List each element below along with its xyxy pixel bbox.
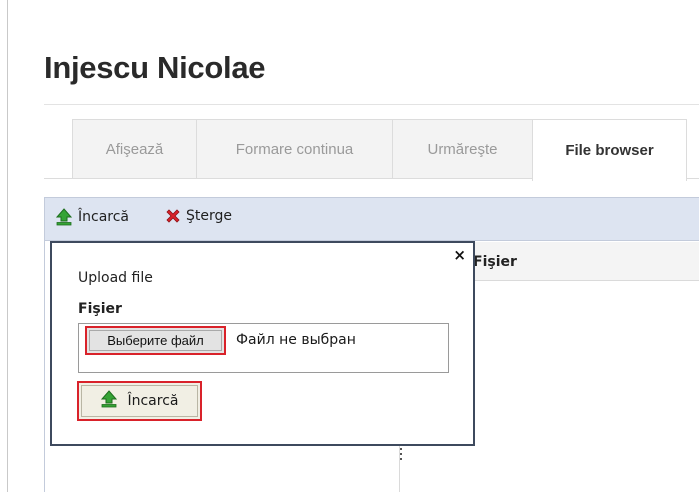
file-input[interactable]: Выберите файл Файл не выбран: [78, 323, 449, 373]
upload-submit-label: Încarcă: [127, 393, 179, 409]
tab-formare-continua[interactable]: Formare continua: [196, 119, 393, 179]
no-file-selected-text: Файл не выбран: [236, 332, 356, 348]
page-title: Injescu Nicolae: [44, 50, 266, 85]
upload-arrow-icon: [100, 390, 118, 412]
tab-file-browser[interactable]: File browser: [532, 119, 687, 181]
tab-afiseaza[interactable]: Afişează: [72, 119, 197, 179]
upload-submit-button[interactable]: Încarcă: [77, 381, 202, 421]
toolbar-upload-button[interactable]: Încarcă: [55, 208, 129, 226]
upload-arrow-icon: [55, 208, 73, 226]
window-left-border: [7, 0, 8, 492]
toolbar-delete-label: Şterge: [186, 208, 232, 224]
title-divider: [44, 104, 699, 105]
file-browser-toolbar: Încarcă Şterge: [44, 197, 699, 241]
splitter-grip[interactable]: [400, 443, 403, 463]
close-icon[interactable]: ×: [453, 248, 466, 263]
tab-urmareste[interactable]: Urmăreşte: [392, 119, 533, 179]
toolbar-delete-button[interactable]: Şterge: [165, 208, 232, 224]
file-field-label: Fişier: [78, 301, 122, 317]
red-x-icon: [165, 208, 181, 224]
toolbar-upload-label: Încarcă: [78, 209, 130, 225]
dialog-title: Upload file: [78, 270, 153, 286]
upload-file-dialog: × Upload file Fişier Выберите файл Файл …: [50, 241, 475, 446]
choose-file-button[interactable]: Выберите файл: [85, 326, 226, 355]
tabs-baseline-right: [686, 178, 699, 179]
tabs-baseline: [44, 178, 533, 179]
